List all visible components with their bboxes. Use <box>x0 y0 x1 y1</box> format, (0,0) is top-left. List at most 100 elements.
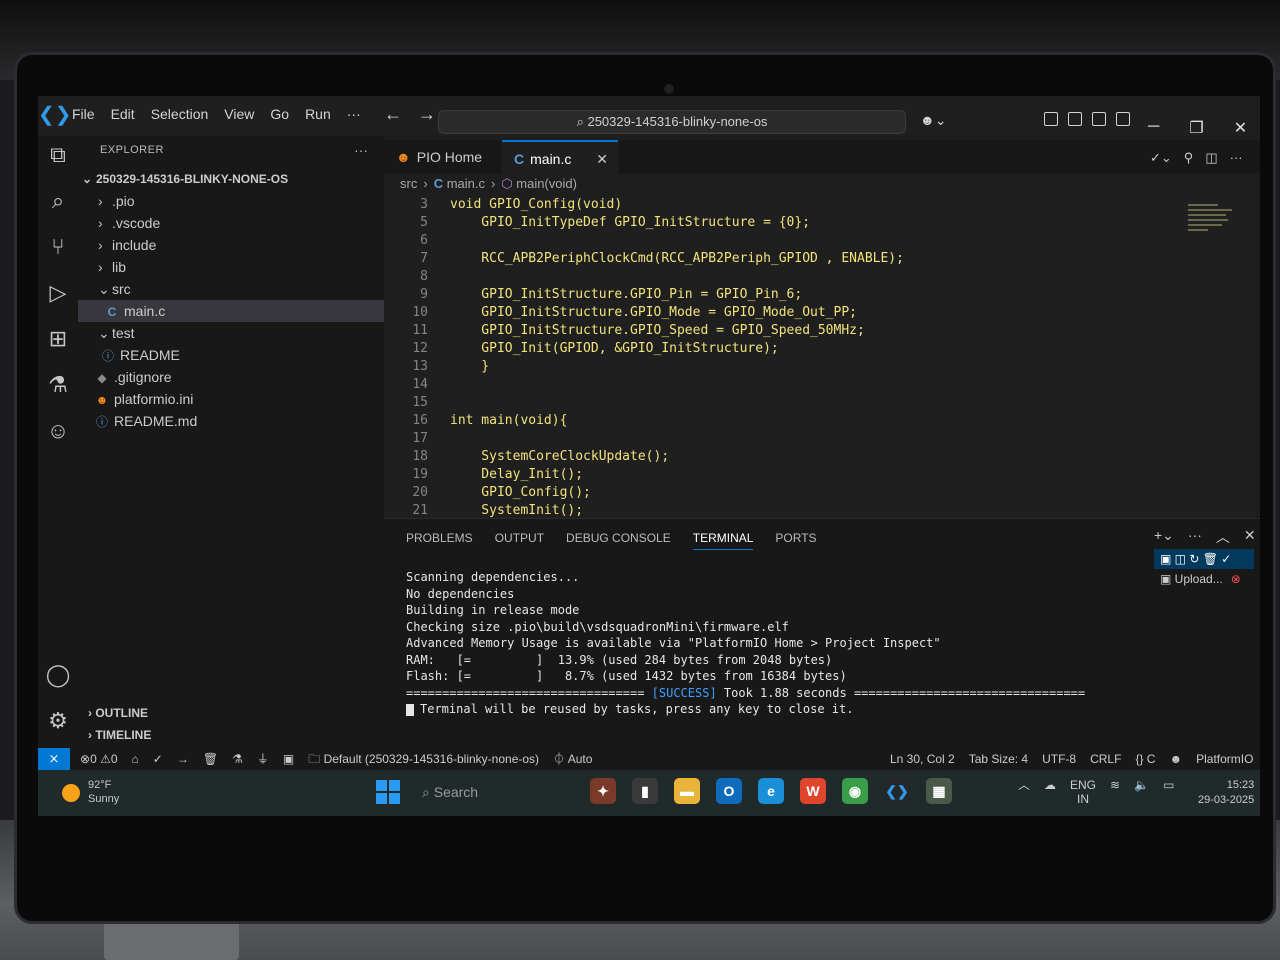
toggle-panel-icon[interactable] <box>1092 112 1106 126</box>
language-indicator[interactable]: ENG IN <box>1070 778 1096 806</box>
tree-item-lib[interactable]: › lib <box>78 256 404 278</box>
account-icon[interactable]: ◯ <box>45 662 71 688</box>
encoding[interactable]: UTF-8 <box>1042 748 1076 770</box>
edge-icon[interactable]: e <box>758 778 784 804</box>
source-control-icon[interactable]: ⑂ <box>45 234 71 260</box>
tab-output[interactable]: OUTPUT <box>495 531 544 550</box>
more-icon[interactable]: ··· <box>1188 527 1202 547</box>
toggle-primary-sidebar-icon[interactable] <box>1068 112 1082 126</box>
maximize-panel-icon[interactable]: ︿ <box>1216 527 1230 547</box>
search-view-icon[interactable]: ⌕ <box>45 188 71 214</box>
menu-edit[interactable]: Edit <box>111 106 135 122</box>
tab-debug-console[interactable]: DEBUG CONSOLE <box>566 531 671 550</box>
onedrive-icon[interactable]: ☁ <box>1044 778 1056 806</box>
back-arrow-icon[interactable]: ← <box>384 104 402 125</box>
wifi-icon[interactable]: ≋ <box>1110 778 1120 806</box>
pio-monitor-icon[interactable]: ⏚ <box>257 748 269 770</box>
remote-indicator-icon[interactable]: ⨯ <box>38 748 70 770</box>
chrome-icon[interactable]: ◉ <box>842 778 868 804</box>
upload-icon[interactable]: ⚲ <box>1184 150 1194 166</box>
close-tab-icon[interactable]: ✕ <box>596 142 608 176</box>
customize-layout-icon[interactable] <box>1044 112 1058 126</box>
menu-selection[interactable]: Selection <box>151 106 209 122</box>
settings-gear-icon[interactable]: ⚙ <box>45 708 71 734</box>
terminal-output[interactable]: Scanning dependencies... No dependencies… <box>406 569 1146 718</box>
problems-status[interactable]: ⊗0 ⚠0 <box>80 748 118 770</box>
menu-view[interactable]: View <box>224 106 254 122</box>
tree-item-main-c[interactable]: Cmain.c <box>78 300 410 322</box>
tree-item-readme-md[interactable]: ⓘ README.md <box>78 410 400 432</box>
volume-icon[interactable]: 🔈 <box>1134 778 1149 806</box>
tab-problems[interactable]: PROBLEMS <box>406 531 473 550</box>
minimap[interactable] <box>1184 196 1244 518</box>
tree-item-test[interactable]: ⌄ test <box>78 322 404 344</box>
close-panel-icon[interactable]: ✕ <box>1244 527 1256 547</box>
menu-run[interactable]: Run <box>305 106 331 122</box>
weather-widget[interactable]: 92°F Sunny <box>62 778 119 806</box>
outlook-icon[interactable]: O <box>716 778 742 804</box>
app-icon[interactable]: ▦ <box>926 778 952 804</box>
close-window-icon[interactable]: ✕ <box>1234 118 1247 138</box>
more-actions-icon[interactable]: ··· <box>1230 150 1243 166</box>
clock[interactable]: 15:23 29-03-2025 <box>1198 778 1254 808</box>
timeline-section[interactable]: › TIMELINE <box>88 724 151 746</box>
tree-item-platformio-ini[interactable]: ☻ platformio.ini <box>78 388 400 410</box>
breadcrumb-symbol[interactable]: main(void) <box>516 176 577 191</box>
tab-terminal[interactable]: TERMINAL <box>692 531 754 550</box>
tree-item-pio[interactable]: › .pio <box>78 190 404 212</box>
platformio-status[interactable]: PlatformIO <box>1196 748 1253 770</box>
line-ending[interactable]: CRLF <box>1090 748 1121 770</box>
extensions-icon[interactable]: ⊞ <box>45 326 71 352</box>
terminal-toolbar[interactable]: ▣ ◫ ↻ 🗑 ✓ <box>1154 549 1254 569</box>
command-center[interactable]: ⌕ 250329-145316-blinky-none-os <box>438 110 906 134</box>
project-folder[interactable]: ⌄ 250329-145316-BLINKY-NONE-OS <box>78 168 388 190</box>
code-editor[interactable]: 3 void GPIO_Config(void) 5 GPIO_InitTypeD… <box>384 196 1184 518</box>
tab-main-c[interactable]: Cmain.c ✕ <box>502 140 618 174</box>
outline-section[interactable]: › OUTLINE <box>88 702 148 724</box>
wps-office-icon[interactable]: W <box>800 778 826 804</box>
taskbar-search[interactable]: ⌕ Search <box>422 778 562 806</box>
explorer-more-icon[interactable]: ··· <box>354 142 368 158</box>
restore-icon[interactable]: ❐ <box>1189 118 1203 138</box>
tree-item-vscode[interactable]: › .vscode <box>78 212 404 234</box>
split-editor-icon[interactable]: ◫ <box>1205 150 1217 166</box>
platformio-icon[interactable]: ☺ <box>45 418 71 444</box>
tree-item-readme[interactable]: ⓘ README <box>78 344 406 366</box>
pio-home-icon[interactable]: ⌂ <box>132 748 139 770</box>
pio-test-icon[interactable]: ⚗ <box>232 748 243 770</box>
minimize-icon[interactable]: ─ <box>1148 118 1159 138</box>
pio-env-switcher[interactable]: 🗀 Default (250329-145316-blinky-none-os) <box>308 748 539 770</box>
new-terminal-icon[interactable]: +⌄ <box>1154 527 1174 547</box>
menu-file[interactable]: File <box>72 106 95 122</box>
tab-ports[interactable]: PORTS <box>775 531 816 550</box>
tray-overflow-icon[interactable]: ︿ <box>1018 778 1030 806</box>
breadcrumb-file[interactable]: main.c <box>447 176 485 191</box>
tab-size[interactable]: Tab Size: 4 <box>969 748 1028 770</box>
testing-icon[interactable]: ⚗ <box>45 372 71 398</box>
check-icon[interactable]: ✓⌄ <box>1150 150 1172 166</box>
toggle-secondary-sidebar-icon[interactable] <box>1116 112 1130 126</box>
pio-build-icon[interactable]: ✓ <box>153 748 163 770</box>
run-debug-icon[interactable]: ▷ <box>45 280 71 306</box>
explorer-icon[interactable]: ⧉ <box>45 142 71 168</box>
task-view-icon[interactable]: ▮ <box>632 778 658 804</box>
terminal-instance-upload[interactable]: ▣ Upload... ⊗ <box>1154 569 1254 589</box>
forward-arrow-icon[interactable]: → <box>418 104 436 125</box>
pio-upload-icon[interactable]: → <box>177 748 189 770</box>
widget-app-icon[interactable]: ✦ <box>590 778 616 804</box>
menu-more[interactable]: ··· <box>347 106 361 122</box>
breadcrumb-folder[interactable]: src <box>400 176 417 191</box>
auto-port[interactable]: ⏀ Auto <box>553 748 592 770</box>
battery-icon[interactable]: ▭ <box>1163 778 1174 806</box>
copilot-button[interactable]: ☻⌄ <box>920 112 946 129</box>
file-explorer-icon[interactable]: ▬ <box>674 778 700 804</box>
tab-pio-home[interactable]: ☻ PIO Home <box>384 140 500 174</box>
tree-item-include[interactable]: › include <box>78 234 404 256</box>
pio-terminal-icon[interactable]: ▣ <box>283 748 294 770</box>
windows-start-icon[interactable] <box>376 780 400 804</box>
pio-clean-icon[interactable]: 🗑 <box>203 748 218 770</box>
copilot-status-icon[interactable]: ☻ <box>1169 748 1182 770</box>
tree-item-src[interactable]: ⌄ src <box>78 278 404 300</box>
editor-scrollbar[interactable] <box>1244 196 1256 518</box>
cursor-position[interactable]: Ln 30, Col 2 <box>890 748 955 770</box>
